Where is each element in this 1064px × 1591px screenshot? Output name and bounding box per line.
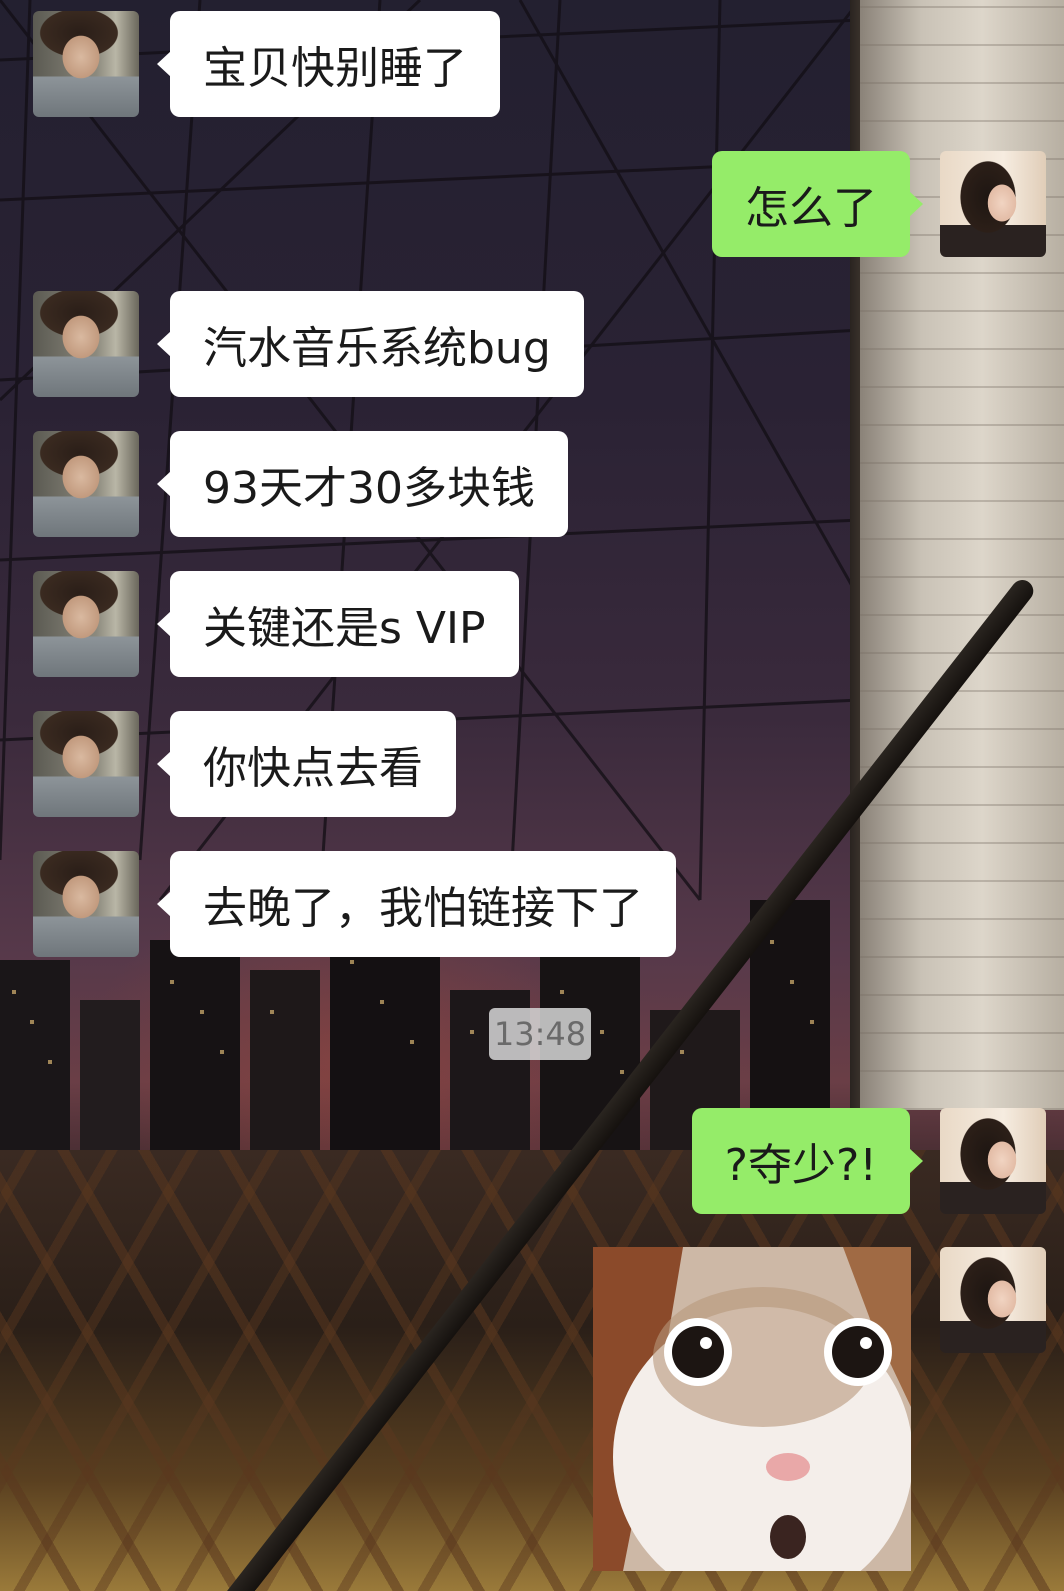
message-text: 汽水音乐系统bug	[203, 323, 551, 374]
message-bubble[interactable]: 汽水音乐系统bug	[157, 291, 584, 397]
message-text: 怎么了	[745, 183, 877, 234]
surprised-cat-sticker[interactable]	[593, 1247, 911, 1571]
message-text: 关键还是s VIP	[203, 603, 486, 654]
message-bubble[interactable]: 你快点去看	[157, 711, 456, 817]
message-text: ?夺少?!	[724, 1140, 877, 1191]
message-bubble[interactable]: 怎么了	[712, 151, 923, 257]
boy-avatar[interactable]	[33, 711, 139, 817]
message-bubble[interactable]: ?夺少?!	[691, 1108, 924, 1214]
message-bubble[interactable]: 去晚了，我怕链接下了	[157, 851, 676, 957]
message-bubble[interactable]: 93天才30多块钱	[157, 431, 568, 537]
message-text: 你快点去看	[203, 743, 423, 794]
message-bubble[interactable]: 关键还是s VIP	[157, 571, 519, 677]
boy-avatar[interactable]	[33, 11, 139, 117]
boy-avatar[interactable]	[33, 851, 139, 957]
boy-avatar[interactable]	[33, 431, 139, 537]
cat-face-icon	[593, 1247, 911, 1571]
boy-avatar[interactable]	[33, 571, 139, 677]
girl-avatar[interactable]	[940, 1108, 1046, 1214]
boy-avatar[interactable]	[33, 291, 139, 397]
message-text: 93天才30多块钱	[203, 463, 535, 514]
timestamp: 13:48	[489, 1008, 591, 1060]
timestamp-text: 13:48	[493, 1015, 587, 1053]
girl-avatar[interactable]	[940, 151, 1046, 257]
message-text: 宝贝快别睡了	[203, 43, 467, 94]
message-text: 去晚了，我怕链接下了	[203, 883, 643, 934]
message-bubble[interactable]: 宝贝快别睡了	[157, 11, 500, 117]
girl-avatar[interactable]	[940, 1247, 1046, 1353]
